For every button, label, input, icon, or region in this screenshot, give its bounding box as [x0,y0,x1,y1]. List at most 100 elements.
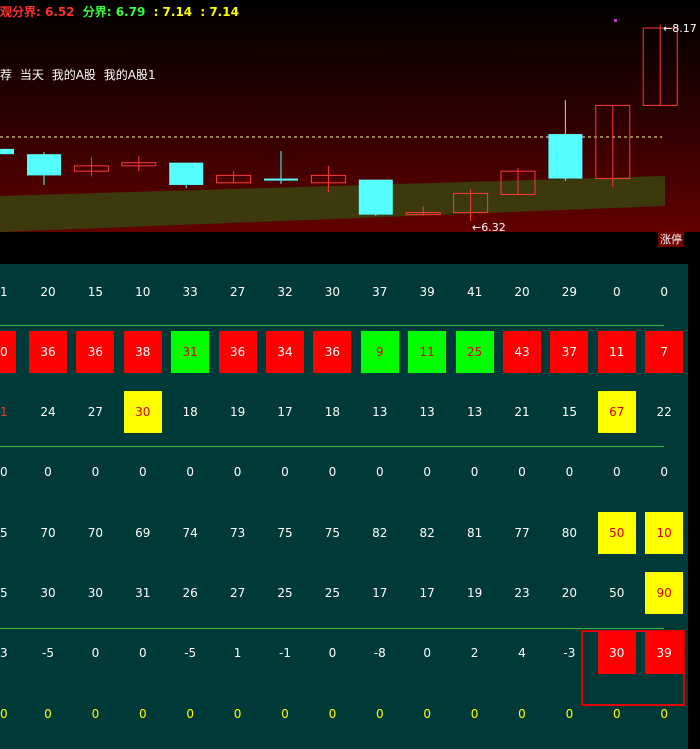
grid-cell[interactable]: 34 [266,331,304,373]
grid-cell[interactable]: -1 [266,632,304,674]
grid-cell[interactable]: 0 [266,451,304,493]
grid-cell[interactable]: 19 [456,572,494,614]
grid-cell[interactable]: 31 [171,331,210,373]
grid-cell[interactable]: 30 [123,391,162,433]
grid-cell[interactable]: -5 [171,632,209,674]
grid-cell[interactable]: 0 [29,451,67,493]
grid-cell[interactable]: 50 [598,572,636,614]
grid-cell[interactable]: -5 [29,632,67,674]
grid-cell[interactable]: 0 [171,451,209,493]
grid-cell[interactable]: 15 [76,271,114,313]
grid-cell[interactable]: 82 [408,512,446,554]
grid-cell[interactable]: 17 [361,572,399,614]
grid-cell[interactable]: 0 [219,451,257,493]
grid-cell[interactable]: 17 [408,572,446,614]
grid-cell[interactable]: 0 [0,451,16,493]
grid-cell[interactable]: 2 [456,632,494,674]
grid-cell[interactable]: 0 [171,693,209,735]
grid-cell[interactable]: 30 [76,572,114,614]
grid-cell[interactable]: 50 [597,512,636,554]
strategy-label[interactable]: 当天 [20,68,44,82]
grid-cell[interactable]: 0 [29,693,67,735]
grid-cell[interactable]: 3 [0,632,16,674]
grid-cell[interactable]: 11 [597,331,636,373]
grid-cell[interactable]: 0 [76,632,114,674]
grid-cell[interactable]: 0 [0,693,16,735]
grid-cell[interactable]: 0 [76,693,114,735]
grid-cell[interactable]: 0 [550,451,588,493]
grid-cell[interactable]: 27 [76,391,114,433]
grid-cell[interactable]: 0 [408,632,446,674]
grid-cell[interactable]: 0 [76,451,114,493]
grid-cell[interactable]: 38 [123,331,162,373]
grid-cell[interactable]: 10 [124,271,162,313]
grid-cell[interactable]: 0 [124,693,162,735]
grid-cell[interactable]: 13 [408,391,446,433]
grid-cell[interactable]: 73 [219,512,257,554]
grid-cell[interactable]: 5 [0,572,16,614]
grid-cell[interactable]: 26 [171,572,209,614]
grid-cell[interactable]: 70 [76,512,114,554]
grid-cell[interactable]: 36 [218,331,257,373]
grid-cell[interactable]: 75 [266,512,304,554]
grid-cell[interactable]: 33 [171,271,209,313]
grid-cell[interactable]: 32 [266,271,304,313]
grid-cell[interactable]: 0 [219,693,257,735]
grid-cell[interactable]: 5 [0,512,16,554]
grid-cell[interactable]: 0 [408,693,446,735]
grid-cell[interactable]: 0 [503,693,541,735]
grid-cell[interactable]: 25 [455,331,494,373]
grid-cell[interactable]: 27 [219,271,257,313]
grid-cell[interactable]: 15 [550,391,588,433]
grid-cell[interactable]: 74 [171,512,209,554]
strategy-label[interactable]: 荐 [0,68,12,82]
grid-cell[interactable]: 69 [124,512,162,554]
grid-cell[interactable]: 0 [645,271,683,313]
grid-cell[interactable]: 20 [550,572,588,614]
grid-cell[interactable]: 24 [29,391,67,433]
grid-cell[interactable]: 17 [266,391,304,433]
grid-cell[interactable]: 11 [408,331,447,373]
grid-cell[interactable]: 43 [503,331,541,373]
grid-cell[interactable]: 0 [598,271,636,313]
grid-cell[interactable]: 36 [313,331,352,373]
grid-cell[interactable]: 27 [219,572,257,614]
grid-cell[interactable]: 30 [313,271,351,313]
grid-cell[interactable]: 29 [550,271,588,313]
grid-cell[interactable]: 41 [456,271,494,313]
grid-cell[interactable]: 13 [456,391,494,433]
grid-cell[interactable]: 7 [645,331,684,373]
grid-cell[interactable]: 37 [550,331,589,373]
grid-cell[interactable]: 0 [124,632,162,674]
grid-cell[interactable]: 77 [503,512,541,554]
grid-cell[interactable]: 75 [313,512,351,554]
grid-cell[interactable]: 13 [361,391,399,433]
grid-cell[interactable]: 90 [645,572,684,614]
grid-cell[interactable]: 20 [503,271,541,313]
grid-cell[interactable]: 10 [645,512,684,554]
grid-cell[interactable]: 0 [313,693,351,735]
grid-cell[interactable]: 82 [361,512,399,554]
grid-cell[interactable]: 0 [0,331,16,373]
strategy-label[interactable]: 我的A股1 [104,68,156,82]
grid-cell[interactable]: 1 [0,271,16,313]
grid-cell[interactable]: 39 [408,271,446,313]
grid-cell[interactable]: 31 [124,572,162,614]
grid-cell[interactable]: 0 [503,451,541,493]
grid-cell[interactable]: 18 [171,391,209,433]
grid-cell[interactable]: 67 [597,391,636,433]
grid-cell[interactable]: 22 [645,391,683,433]
grid-cell[interactable]: 25 [266,572,304,614]
grid-cell[interactable]: 0 [598,451,636,493]
grid-cell[interactable]: 70 [29,512,67,554]
grid-cell[interactable]: 23 [503,572,541,614]
grid-cell[interactable]: 18 [313,391,351,433]
grid-cell[interactable]: 9 [360,331,399,373]
grid-cell[interactable]: 0 [361,451,399,493]
grid-cell[interactable]: 4 [503,632,541,674]
grid-cell[interactable]: 0 [408,451,446,493]
grid-cell[interactable]: 0 [361,693,399,735]
grid-cell[interactable]: 0 [313,632,351,674]
candle-body[interactable] [0,148,14,155]
grid-cell[interactable]: 81 [456,512,494,554]
